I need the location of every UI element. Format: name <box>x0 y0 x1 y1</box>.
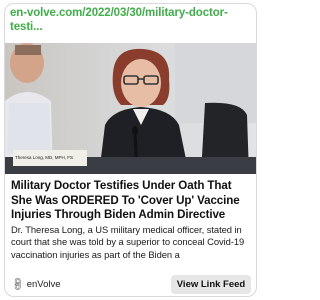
source-label[interactable]: 🔗︎enVolve <box>9 276 61 293</box>
article-description: Dr. Theresa Long, a US military medical … <box>11 224 245 260</box>
view-link-feed-button[interactable]: View Link Feed <box>171 275 251 294</box>
article-url[interactable]: en-volve.com/2022/03/30/military-doctor-… <box>10 6 254 34</box>
article-headline[interactable]: Military Doctor Testifies Under Oath Tha… <box>11 179 253 223</box>
link-preview-card[interactable]: en-volve.com/2022/03/30/military-doctor-… <box>4 3 257 297</box>
article-image[interactable]: Theresa Long, MD, MPH, FS <box>5 43 256 174</box>
source-name: enVolve <box>26 279 61 290</box>
link-icon: 🔗︎ <box>9 276 27 293</box>
card-footer: 🔗︎enVolve View Link Feed <box>5 275 256 296</box>
nameplate-text: Theresa Long, MD, MPH, FS <box>15 155 74 160</box>
